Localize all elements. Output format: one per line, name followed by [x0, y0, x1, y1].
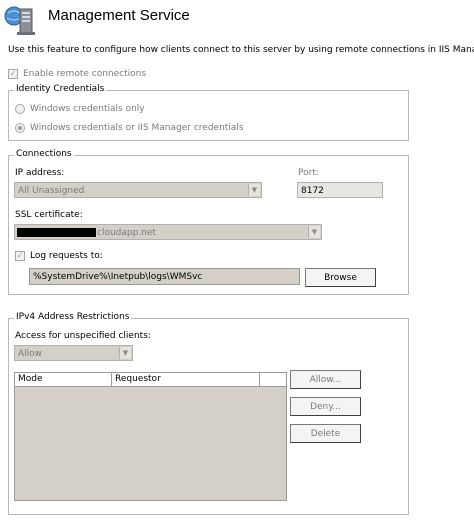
connections-legend: Connections — [14, 149, 74, 159]
port-input[interactable]: 8172 — [297, 182, 383, 198]
delete-button[interactable]: Delete — [290, 424, 361, 443]
windows-or-iis-radio[interactable] — [15, 123, 25, 133]
column-header-mode[interactable]: Mode — [15, 373, 112, 386]
ssl-certificate-value: cloudapp.net — [97, 228, 156, 238]
log-path-value: %SystemDrive%\Inetpub\logs\WMSvc — [33, 272, 203, 282]
log-path-input[interactable]: %SystemDrive%\Inetpub\logs\WMSvc — [29, 268, 300, 285]
identity-credentials-group — [8, 90, 409, 141]
ip-address-label: IP address: — [15, 168, 65, 178]
restrictions-list[interactable]: Mode Requestor — [14, 372, 287, 501]
windows-or-iis-label: Windows credentials or IIS Manager crede… — [30, 123, 244, 133]
enable-remote-label: Enable remote connections — [23, 69, 147, 79]
ip-address-value: All Unassigned — [18, 186, 85, 196]
page-title: Management Service — [48, 7, 190, 24]
access-unspecified-label: Access for unspecified clients: — [15, 331, 151, 341]
access-unspecified-value: Allow — [18, 349, 43, 359]
column-header-requestor[interactable]: Requestor — [112, 373, 260, 386]
access-unspecified-select[interactable]: Allow ▼ — [14, 345, 133, 361]
log-requests-label: Log requests to: — [30, 251, 103, 261]
port-label: Port: — [298, 168, 319, 178]
list-header: Mode Requestor — [15, 373, 286, 387]
server-globe-icon — [4, 3, 40, 37]
redacted-block — [17, 228, 96, 237]
log-requests-checkbox[interactable]: ✓ — [15, 251, 25, 261]
ipv4-restrictions-legend: IPv4 Address Restrictions — [14, 312, 132, 322]
deny-button[interactable]: Deny... — [290, 397, 361, 416]
chevron-down-icon: ▼ — [308, 226, 320, 238]
enable-remote-checkbox[interactable]: ✓ — [8, 69, 18, 79]
ip-address-select[interactable]: All Unassigned ▼ — [14, 182, 262, 198]
page-description: Use this feature to configure how client… — [8, 45, 474, 55]
allow-button[interactable]: Allow... — [290, 370, 361, 389]
identity-credentials-legend: Identity Credentials — [14, 84, 107, 94]
chevron-down-icon: ▼ — [248, 184, 260, 196]
ssl-certificate-label: SSL certificate: — [15, 210, 83, 220]
chevron-down-icon: ▼ — [119, 347, 131, 359]
browse-button[interactable]: Browse — [305, 268, 376, 287]
port-value: 8172 — [301, 186, 324, 196]
ssl-certificate-select[interactable]: cloudapp.net ▼ — [14, 224, 322, 240]
windows-only-label: Windows credentials only — [30, 104, 145, 114]
windows-only-radio[interactable] — [15, 104, 25, 114]
